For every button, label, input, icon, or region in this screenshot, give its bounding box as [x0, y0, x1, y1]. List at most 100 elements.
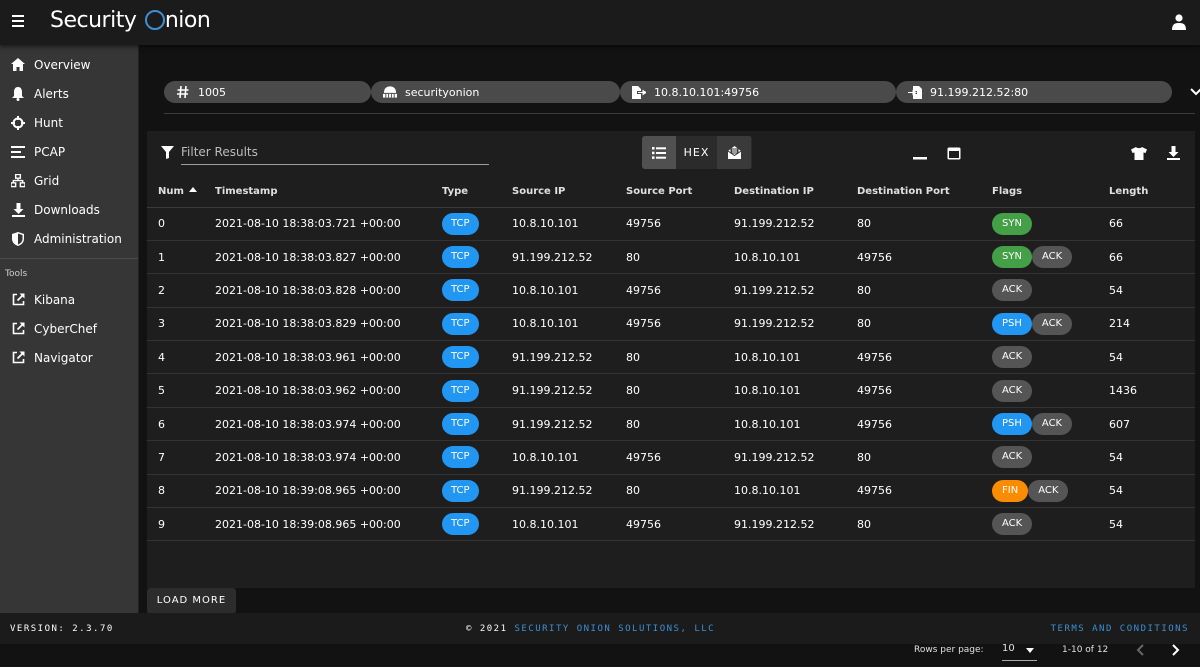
- sidebar-item-downloads[interactable]: Downloads: [0, 195, 138, 224]
- user-icon[interactable]: [1172, 14, 1186, 30]
- cell-destination-port: 80: [857, 507, 992, 542]
- chip-job-id[interactable]: 1005: [164, 81, 371, 103]
- chevron-down-icon[interactable]: [1189, 85, 1200, 99]
- col-header-destination-port[interactable]: Destination Port: [857, 176, 992, 208]
- cell-destination-port: 49756: [857, 474, 992, 509]
- cell-flags: ACK: [992, 507, 1109, 542]
- expand-all-button[interactable]: [946, 145, 962, 161]
- lines-icon: [11, 145, 25, 159]
- bell-icon: [11, 86, 25, 101]
- cell-destination-port: 49756: [857, 373, 992, 408]
- cell-source-port: 49756: [626, 307, 734, 342]
- download-pcap-button[interactable]: [1131, 145, 1147, 161]
- chip-sensor[interactable]: securityonion: [371, 81, 620, 103]
- cell-destination-port: 80: [857, 307, 992, 342]
- collapse-all-button[interactable]: [912, 145, 928, 161]
- packets-table: Num Timestamp Type Source IP Source Port…: [147, 176, 1195, 542]
- table-row[interactable]: 1 2021-08-10 18:38:03.827 +00:00 TCP 91.199…: [147, 240, 1195, 275]
- cell-num: 4: [147, 340, 215, 375]
- menu-icon[interactable]: [12, 15, 26, 29]
- pagination-range: 1-10 of 12: [1062, 645, 1109, 655]
- cell-source-port: 80: [626, 407, 734, 442]
- unwrap-view-button[interactable]: [717, 136, 752, 169]
- list-view-button[interactable]: [642, 136, 677, 169]
- cell-flags: SYN: [992, 207, 1109, 241]
- shield-icon: [11, 231, 25, 246]
- cell-flags: ACK: [992, 440, 1109, 475]
- chip-source[interactable]: 10.8.10.101:49756: [620, 81, 896, 103]
- table-row[interactable]: 6 2021-08-10 18:38:03.974 +00:00 TCP 91.199…: [147, 407, 1195, 442]
- cell-type: TCP: [442, 340, 512, 375]
- cell-num: 6: [147, 407, 215, 442]
- cell-source-ip: 91.199.212.52: [512, 340, 626, 375]
- chevron-right-icon[interactable]: [1169, 643, 1181, 657]
- terms-link[interactable]: TERMS AND CONDITIONS: [1051, 624, 1189, 634]
- crosshairs-icon: [11, 115, 25, 130]
- sidebar-item-overview[interactable]: Overview: [0, 50, 138, 79]
- cell-destination-ip: 91.199.212.52: [734, 207, 857, 241]
- protocol-badge: TCP: [442, 513, 479, 536]
- cell-type: TCP: [442, 207, 512, 241]
- cell-destination-ip: 10.8.10.101: [734, 407, 857, 442]
- tshirt-icon: [1131, 146, 1147, 160]
- table-row[interactable]: 2 2021-08-10 18:38:03.828 +00:00 TCP 10.8.1…: [147, 273, 1195, 308]
- cell-destination-ip: 91.199.212.52: [734, 307, 857, 342]
- table-row[interactable]: 9 2021-08-10 18:39:08.965 +00:00 TCP 10.8.1…: [147, 507, 1195, 542]
- hex-view-button[interactable]: HEX: [677, 136, 717, 169]
- cell-source-port: 49756: [626, 207, 734, 241]
- copyright-link[interactable]: SECURITY ONION SOLUTIONS, LLC: [514, 624, 715, 634]
- cell-timestamp: 2021-08-10 18:38:03.974 +00:00: [215, 407, 442, 442]
- sidebar-item-administration[interactable]: Administration: [0, 224, 138, 253]
- table-row[interactable]: 7 2021-08-10 18:38:03.974 +00:00 TCP 10.8.1…: [147, 440, 1195, 475]
- table-row[interactable]: 5 2021-08-10 18:38:03.962 +00:00 TCP 91.199…: [147, 373, 1195, 408]
- sidebar-item-hunt[interactable]: Hunt: [0, 108, 138, 137]
- cell-num: 8: [147, 474, 215, 509]
- filter-input[interactable]: Filter Results: [181, 141, 489, 165]
- main-content: 1005 securityonion 10.8.10.101:49756 91.…: [139, 45, 1200, 661]
- flag-badge-psh: PSH: [992, 312, 1032, 335]
- flag-badge-psh: PSH: [992, 413, 1032, 436]
- download-icon: [11, 202, 25, 217]
- app-bar: Security nion: [0, 0, 1200, 45]
- col-header-flags[interactable]: Flags: [992, 176, 1109, 208]
- cell-source-ip: 10.8.10.101: [512, 507, 626, 542]
- sidebar-item-navigator[interactable]: Navigator: [0, 343, 138, 372]
- chip-destination[interactable]: 91.199.212.52:80: [896, 81, 1172, 103]
- filter-icon: [161, 146, 174, 159]
- cell-type: TCP: [442, 407, 512, 442]
- rows-per-page-select[interactable]: 10: [1002, 641, 1037, 661]
- cell-destination-port: 80: [857, 207, 992, 241]
- onion-logo-icon: [144, 10, 165, 30]
- protocol-badge: TCP: [442, 413, 479, 436]
- load-more-button[interactable]: LOAD MORE: [147, 588, 236, 614]
- download-button[interactable]: [1165, 145, 1181, 161]
- sidebar-item-pcap[interactable]: PCAP: [0, 137, 138, 166]
- cell-timestamp: 2021-08-10 18:38:03.721 +00:00: [215, 207, 442, 241]
- cell-num: 2: [147, 273, 215, 308]
- logo[interactable]: Security nion: [50, 8, 211, 33]
- table-row[interactable]: 0 2021-08-10 18:38:03.721 +00:00 TCP 10.8.1…: [147, 207, 1195, 241]
- sidebar-item-cyberchef[interactable]: CyberChef: [0, 314, 138, 343]
- col-header-source-ip[interactable]: Source IP: [512, 176, 626, 208]
- sidebar-item-alerts[interactable]: Alerts: [0, 79, 138, 108]
- col-header-timestamp[interactable]: Timestamp: [215, 176, 442, 208]
- cell-timestamp: 2021-08-10 18:39:08.965 +00:00: [215, 474, 442, 509]
- cell-destination-ip: 10.8.10.101: [734, 373, 857, 408]
- table-row[interactable]: 8 2021-08-10 18:39:08.965 +00:00 TCP 91.199…: [147, 474, 1195, 509]
- view-mode-toggle: HEX: [642, 136, 752, 169]
- table-row[interactable]: 4 2021-08-10 18:38:03.961 +00:00 TCP 91.199…: [147, 340, 1195, 375]
- cell-source-ip: 10.8.10.101: [512, 307, 626, 342]
- chevron-left-icon[interactable]: [1135, 643, 1147, 657]
- table-row[interactable]: 3 2021-08-10 18:38:03.829 +00:00 TCP 10.8.1…: [147, 307, 1195, 342]
- cell-destination-ip: 10.8.10.101: [734, 340, 857, 375]
- col-header-type[interactable]: Type: [442, 176, 512, 208]
- sidebar-item-grid[interactable]: Grid: [0, 166, 138, 195]
- col-header-source-port[interactable]: Source Port: [626, 176, 734, 208]
- col-header-length[interactable]: Length: [1109, 176, 1195, 208]
- protocol-badge: TCP: [442, 279, 479, 302]
- sidebar-item-kibana[interactable]: Kibana: [0, 285, 138, 314]
- col-header-destination-ip[interactable]: Destination IP: [734, 176, 857, 208]
- cell-destination-port: 80: [857, 273, 992, 308]
- cell-flags: ACK: [992, 273, 1109, 308]
- col-header-num[interactable]: Num: [147, 176, 215, 208]
